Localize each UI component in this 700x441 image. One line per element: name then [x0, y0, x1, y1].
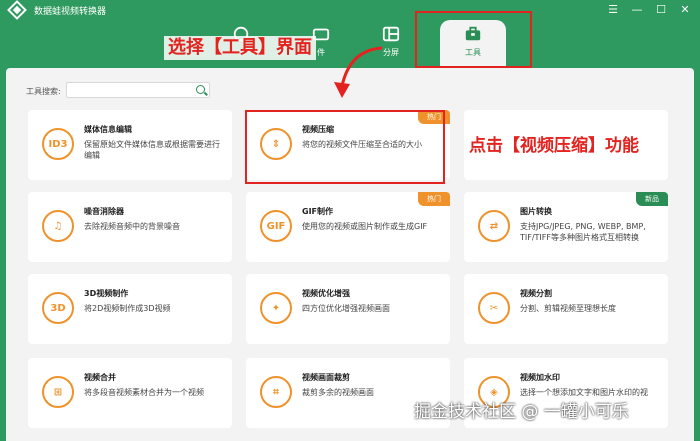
highlight-tools-tab	[415, 11, 532, 68]
card-title: 视频优化增强	[302, 289, 350, 298]
id3-icon: ID3	[42, 128, 74, 160]
title-bar: 数据蛙视频转换器 ☰ — ☐ ✕	[0, 0, 700, 20]
annotation-select-tools: 选择【工具】界面	[164, 36, 316, 60]
card-desc: 裁剪多余的视频画面	[302, 388, 374, 397]
app-logo-icon	[7, 0, 27, 20]
card-desc: 将多段音视频素材合并为一个视频	[84, 388, 204, 397]
card-gif-maker[interactable]: GIF GIF制作 使用您的视频或图片制作或生成GIF 热门	[246, 192, 450, 262]
card-desc: 保留原始文件媒体信息或根据需要进行编辑	[84, 140, 220, 160]
card-desc: 将2D视频制作成3D视频	[84, 304, 171, 313]
crop-icon: ⌗	[260, 376, 292, 408]
annotation-click-compress: 点击【视频压缩】功能	[466, 134, 642, 158]
menu-icon[interactable]: ☰	[606, 3, 620, 17]
close-icon[interactable]: ✕	[678, 3, 692, 17]
card-title: GIF制作	[302, 207, 334, 216]
enhance-icon: ✦	[260, 292, 292, 324]
maximize-icon[interactable]: ☐	[654, 3, 668, 17]
card-video-split[interactable]: ✂ 视频分割 分割、剪辑视频至理想长度	[464, 274, 668, 344]
card-desc: 使用您的视频或图片制作或生成GIF	[302, 222, 428, 231]
card-media-info[interactable]: ID3 媒体信息编辑 保留原始文件媒体信息或根据需要进行编辑	[28, 110, 232, 180]
gif-icon: GIF	[260, 210, 292, 242]
split-screen-icon	[382, 26, 400, 42]
card-video-merge[interactable]: ⊞ 视频合并 将多段音视频素材合并为一个视频	[28, 358, 232, 428]
app-title: 数据蛙视频转换器	[34, 6, 107, 17]
card-desc: 选择一个想添加文字和图片水印的视	[520, 388, 648, 397]
scissors-icon: ✂	[478, 292, 510, 324]
image-convert-icon: ⇄	[478, 210, 510, 242]
search-icon[interactable]	[196, 85, 205, 94]
noise-icon: ♫	[42, 210, 74, 242]
card-desc: 分割、剪辑视频至理想长度	[520, 304, 616, 313]
card-title: 噪音消除器	[84, 207, 124, 216]
watermark-text: 掘金技术社区 @ 一罐小可乐	[414, 402, 629, 422]
new-badge: 新品	[636, 192, 668, 206]
card-noise-removal[interactable]: ♫ 噪音消除器 去除视频音频中的背景噪音	[28, 192, 232, 262]
card-title: 视频画面裁剪	[302, 373, 350, 382]
card-desc: 四方位优化增强视频画面	[302, 304, 390, 313]
card-title: 视频分割	[520, 289, 552, 298]
card-title: 媒体信息编辑	[84, 125, 132, 134]
merge-icon: ⊞	[42, 376, 74, 408]
hot-badge: 热门	[418, 192, 450, 206]
minimize-icon[interactable]: —	[630, 3, 644, 17]
card-desc: 支持JPG/JPEG, PNG, WEBP, BMP, TIF/TIFF等多种图…	[520, 222, 646, 242]
card-3d-maker[interactable]: 3D 3D视频制作 将2D视频制作成3D视频	[28, 274, 232, 344]
3d-icon: 3D	[42, 292, 74, 324]
window-controls: ☰ — ☐ ✕	[606, 3, 692, 17]
card-image-convert[interactable]: ⇄ 图片转换 支持JPG/JPEG, PNG, WEBP, BMP, TIF/T…	[464, 192, 668, 262]
card-desc: 去除视频音频中的背景噪音	[84, 222, 180, 231]
card-video-enhance[interactable]: ✦ 视频优化增强 四方位优化增强视频画面	[246, 274, 450, 344]
card-title: 视频合并	[84, 373, 116, 382]
highlight-compress-card	[245, 110, 445, 184]
search-label: 工具搜索:	[26, 87, 61, 96]
search-input[interactable]	[66, 82, 210, 98]
card-title: 视频加水印	[520, 373, 560, 382]
card-title: 3D视频制作	[84, 289, 129, 298]
card-title: 图片转换	[520, 207, 552, 216]
annotation-arrow-icon	[334, 46, 383, 98]
